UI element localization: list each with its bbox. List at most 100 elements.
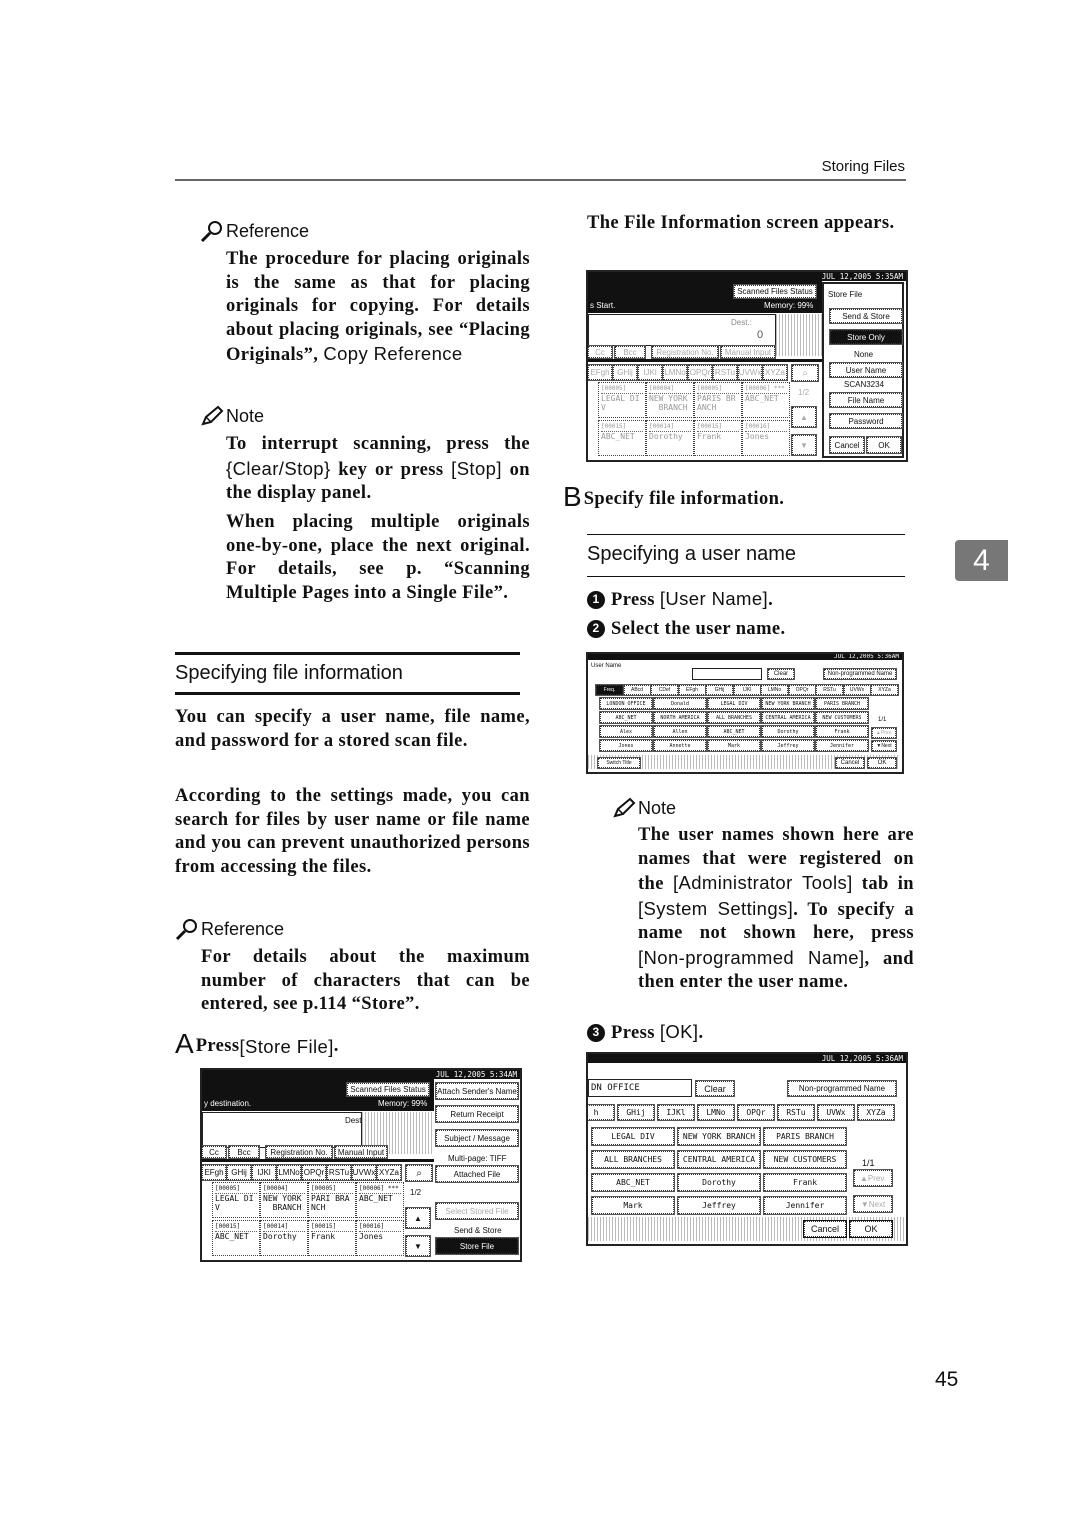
index-tab[interactable]: XYZa <box>870 684 899 696</box>
store-only-button[interactable]: Store Only <box>829 329 903 345</box>
search-icon[interactable]: ⌕ <box>791 364 819 382</box>
destination-entry[interactable]: [00006] *** ABC_NET <box>742 382 790 418</box>
user-name-entry[interactable]: NEW CUSTOMERS <box>815 711 869 724</box>
user-name-entry[interactable]: Jones <box>599 739 653 752</box>
user-name-entry[interactable]: NORTH AMERICA <box>653 711 707 724</box>
destination-entry[interactable]: [00004] NEW YORK BRANCH <box>646 382 694 418</box>
destination-entry[interactable]: [00015] Frank <box>694 420 742 456</box>
destination-entry[interactable]: [00015] ABC_NET <box>212 1220 260 1256</box>
user-name-entry[interactable]: PARIS BRANCH <box>763 1127 847 1146</box>
index-tab[interactable]: OPQr <box>687 364 713 381</box>
attach-senders-name-button[interactable]: Attach Sender's Name <box>435 1082 519 1100</box>
file-name-button[interactable]: File Name <box>829 392 903 408</box>
index-tab[interactable]: ABcd <box>622 684 652 696</box>
user-name-entry[interactable]: Annette <box>653 739 707 752</box>
copy-reference-link[interactable]: Copy Reference <box>323 343 462 364</box>
store-file-button[interactable]: Store File <box>435 1237 519 1255</box>
index-tab[interactable]: OPQr <box>787 684 817 696</box>
index-tab[interactable]: EFgh <box>202 1164 227 1181</box>
ok-button[interactable]: OK <box>866 436 902 454</box>
index-tab[interactable]: EFgh <box>677 684 707 696</box>
search-icon[interactable]: ⌕ <box>405 1164 433 1182</box>
destination-entry[interactable]: [00005] LEGAL DI V <box>598 382 646 418</box>
next-button[interactable]: ▼Next <box>853 1195 893 1213</box>
user-name-entry[interactable]: Mark <box>591 1196 675 1215</box>
index-tab[interactable]: Freq. <box>595 684 624 696</box>
destination-entry[interactable]: [00015] ABC_NET <box>598 420 646 456</box>
user-name-entry[interactable]: Jennifer <box>763 1196 847 1215</box>
index-tab[interactable]: GHij <box>617 1104 655 1121</box>
scanned-files-status-button[interactable]: Scanned Files Status <box>733 284 817 299</box>
index-tab[interactable]: UVWx <box>842 684 872 696</box>
destination-entry[interactable]: [00005] PARIS BR ANCH <box>694 382 742 418</box>
user-name-entry[interactable]: Dorothy <box>677 1173 761 1192</box>
index-tab[interactable]: XYZa <box>376 1164 402 1181</box>
scroll-up-button[interactable]: ▲ <box>791 406 817 428</box>
user-name-entry[interactable]: Donald <box>653 697 707 710</box>
tab-cc[interactable]: Cc <box>588 345 613 359</box>
index-tab[interactable]: OPQr <box>301 1164 327 1181</box>
index-tab[interactable]: IJKl <box>732 684 762 696</box>
user-name-entry[interactable]: CENTRAL AMERICA <box>761 711 815 724</box>
index-tab[interactable]: UVWx <box>737 364 763 381</box>
index-tab[interactable]: IJKl <box>657 1104 695 1121</box>
ok-button[interactable]: OK <box>849 1220 893 1238</box>
user-name-entry[interactable]: Jennifer <box>815 739 869 752</box>
index-tab[interactable]: LMNo <box>276 1164 302 1181</box>
user-name-entry[interactable]: NEW YORK BRANCH <box>677 1127 761 1146</box>
destination-entry[interactable]: [00014] Dorothy <box>646 420 694 456</box>
tab-cc[interactable]: Cc <box>202 1145 227 1159</box>
destination-entry[interactable]: [00014] Dorothy <box>260 1220 308 1256</box>
scroll-down-button[interactable]: ▼ <box>405 1235 431 1257</box>
user-name-entry[interactable]: Jeffrey <box>677 1196 761 1215</box>
scroll-up-button[interactable]: ▲ <box>405 1207 431 1229</box>
user-name-entry[interactable]: NEW YORK BRANCH <box>761 697 815 710</box>
index-tab[interactable]: CDef <box>650 684 679 696</box>
ok-button[interactable]: OK <box>867 757 897 769</box>
tab-bcc[interactable]: Bcc <box>228 1145 260 1159</box>
user-name-entry[interactable]: Allen <box>653 725 707 738</box>
non-programmed-name-button[interactable]: Non-programmed Name <box>823 668 897 680</box>
user-name-entry[interactable]: LEGAL DIV <box>707 697 761 710</box>
index-tab[interactable]: UVWx <box>351 1164 377 1181</box>
index-tab[interactable]: LMNo <box>760 684 789 696</box>
destination-entry[interactable]: [00016] Jones <box>742 420 790 456</box>
tab-manual-input[interactable]: Manual Input <box>720 345 776 359</box>
scanned-files-status-button[interactable]: Scanned Files Status <box>346 1082 430 1097</box>
user-name-entry[interactable]: PARIS BRANCH <box>815 697 869 710</box>
index-tab[interactable]: GHij <box>705 684 734 696</box>
subject-message-button[interactable]: Subject / Message <box>435 1129 519 1147</box>
user-name-input[interactable]: DN OFFICE <box>588 1079 692 1097</box>
tab-registration-no[interactable]: Registration No. <box>651 345 719 359</box>
attached-file-button[interactable]: Attached File <box>435 1165 519 1183</box>
index-tab[interactable]: XYZa <box>762 364 788 381</box>
user-name-entry[interactable]: ALL BRANCHES <box>707 711 761 724</box>
cancel-button[interactable]: Cancel <box>803 1220 847 1238</box>
user-name-entry[interactable]: ABC_NET <box>707 725 761 738</box>
index-tab[interactable]: EFgh <box>588 364 613 381</box>
user-name-entry[interactable]: LEGAL DIV <box>591 1127 675 1146</box>
user-name-entry[interactable]: ALL BRANCHES <box>591 1150 675 1169</box>
cancel-button[interactable]: Cancel <box>829 436 865 454</box>
index-tab[interactable]: h <box>588 1104 615 1121</box>
index-tab[interactable]: GHij <box>612 364 638 381</box>
clear-button[interactable]: Clear <box>767 668 795 680</box>
user-name-entry[interactable]: Mark <box>707 739 761 752</box>
user-name-entry[interactable]: Jeffrey <box>761 739 815 752</box>
index-tab[interactable]: RSTu <box>326 1164 352 1181</box>
prev-button[interactable]: ▲Prev. <box>871 727 897 739</box>
clear-button[interactable]: Clear <box>695 1080 735 1097</box>
destination-entry[interactable]: [00005] PARI BRA NCH <box>308 1182 356 1218</box>
password-button[interactable]: Password <box>829 413 903 429</box>
index-tab[interactable]: IJKl <box>251 1164 277 1181</box>
index-tab[interactable]: IJKl <box>637 364 663 381</box>
user-name-input[interactable] <box>692 668 762 680</box>
index-tab[interactable]: LMNo <box>697 1104 735 1121</box>
index-tab[interactable]: LMNo <box>662 364 688 381</box>
index-tab[interactable]: RSTu <box>712 364 738 381</box>
user-name-entry[interactable]: ABC_NET <box>599 711 653 724</box>
user-name-entry[interactable]: CENTRAL AMERICA <box>677 1150 761 1169</box>
destination-entry[interactable]: [00005] LEGAL DI V <box>212 1182 260 1218</box>
user-name-entry[interactable]: NEW CUSTOMERS <box>763 1150 847 1169</box>
user-name-button[interactable]: User Name <box>829 362 903 378</box>
